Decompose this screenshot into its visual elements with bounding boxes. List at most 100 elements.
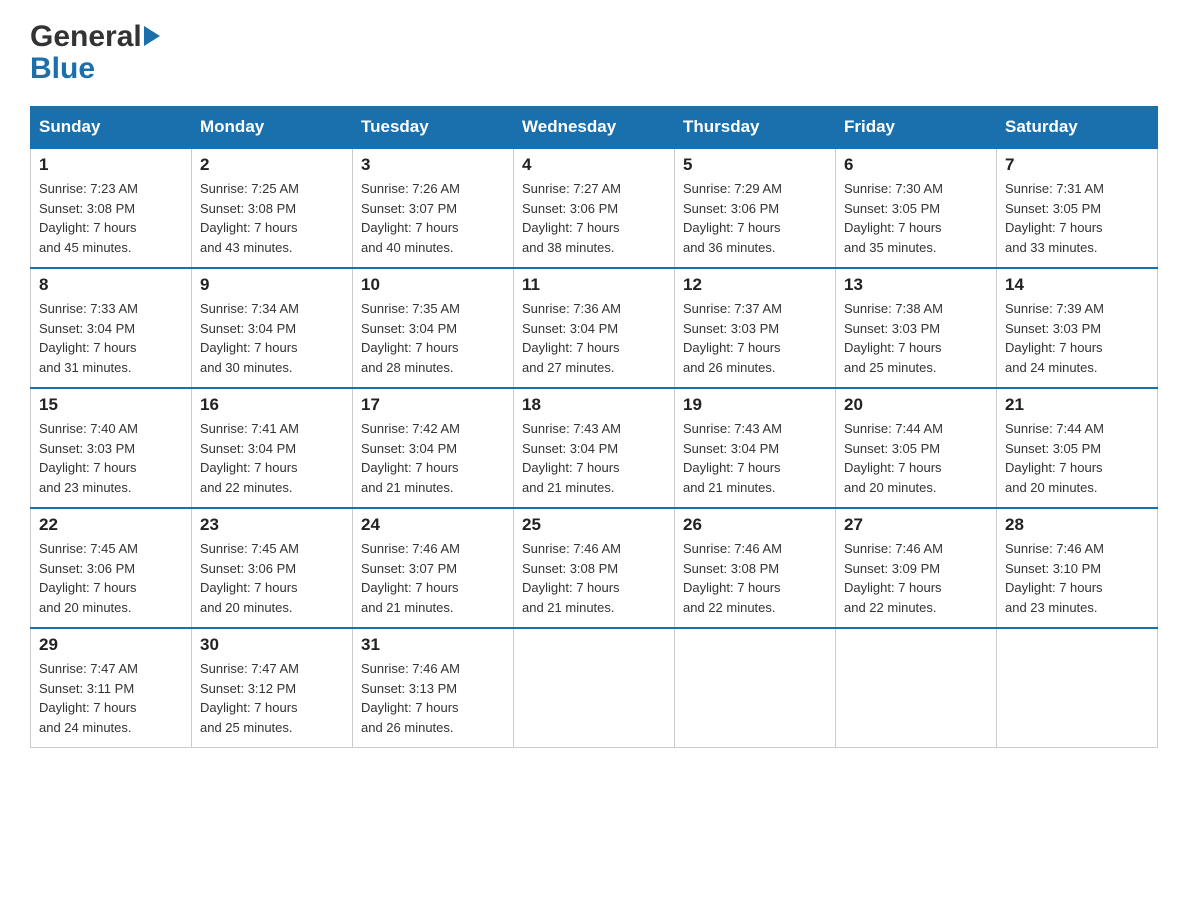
calendar-week-3: 15 Sunrise: 7:40 AM Sunset: 3:03 PM Dayl… xyxy=(31,388,1158,508)
calendar-day-23: 23 Sunrise: 7:45 AM Sunset: 3:06 PM Dayl… xyxy=(192,508,353,628)
day-info: Sunrise: 7:46 AM Sunset: 3:08 PM Dayligh… xyxy=(522,539,666,617)
day-info: Sunrise: 7:43 AM Sunset: 3:04 PM Dayligh… xyxy=(683,419,827,497)
day-info: Sunrise: 7:43 AM Sunset: 3:04 PM Dayligh… xyxy=(522,419,666,497)
logo: General Blue xyxy=(30,20,160,86)
logo-arrow-icon xyxy=(144,26,160,46)
day-number: 23 xyxy=(200,515,344,535)
calendar-day-27: 27 Sunrise: 7:46 AM Sunset: 3:09 PM Dayl… xyxy=(836,508,997,628)
day-number: 24 xyxy=(361,515,505,535)
day-info: Sunrise: 7:39 AM Sunset: 3:03 PM Dayligh… xyxy=(1005,299,1149,377)
calendar-day-1: 1 Sunrise: 7:23 AM Sunset: 3:08 PM Dayli… xyxy=(31,148,192,268)
calendar-week-2: 8 Sunrise: 7:33 AM Sunset: 3:04 PM Dayli… xyxy=(31,268,1158,388)
calendar-day-22: 22 Sunrise: 7:45 AM Sunset: 3:06 PM Dayl… xyxy=(31,508,192,628)
calendar-day-20: 20 Sunrise: 7:44 AM Sunset: 3:05 PM Dayl… xyxy=(836,388,997,508)
day-header-tuesday: Tuesday xyxy=(353,107,514,149)
day-number: 14 xyxy=(1005,275,1149,295)
calendar-empty-cell xyxy=(675,628,836,748)
day-info: Sunrise: 7:34 AM Sunset: 3:04 PM Dayligh… xyxy=(200,299,344,377)
day-number: 11 xyxy=(522,275,666,295)
day-number: 30 xyxy=(200,635,344,655)
day-info: Sunrise: 7:36 AM Sunset: 3:04 PM Dayligh… xyxy=(522,299,666,377)
logo-general-text: General xyxy=(30,20,142,54)
day-number: 25 xyxy=(522,515,666,535)
day-info: Sunrise: 7:44 AM Sunset: 3:05 PM Dayligh… xyxy=(844,419,988,497)
day-number: 12 xyxy=(683,275,827,295)
day-number: 3 xyxy=(361,155,505,175)
day-info: Sunrise: 7:33 AM Sunset: 3:04 PM Dayligh… xyxy=(39,299,183,377)
day-number: 15 xyxy=(39,395,183,415)
page-header: General Blue xyxy=(30,20,1158,86)
day-number: 17 xyxy=(361,395,505,415)
day-number: 29 xyxy=(39,635,183,655)
day-info: Sunrise: 7:26 AM Sunset: 3:07 PM Dayligh… xyxy=(361,179,505,257)
calendar-empty-cell xyxy=(836,628,997,748)
calendar-day-24: 24 Sunrise: 7:46 AM Sunset: 3:07 PM Dayl… xyxy=(353,508,514,628)
calendar-table: SundayMondayTuesdayWednesdayThursdayFrid… xyxy=(30,106,1158,748)
day-header-monday: Monday xyxy=(192,107,353,149)
day-info: Sunrise: 7:38 AM Sunset: 3:03 PM Dayligh… xyxy=(844,299,988,377)
calendar-day-6: 6 Sunrise: 7:30 AM Sunset: 3:05 PM Dayli… xyxy=(836,148,997,268)
day-number: 10 xyxy=(361,275,505,295)
day-info: Sunrise: 7:31 AM Sunset: 3:05 PM Dayligh… xyxy=(1005,179,1149,257)
day-info: Sunrise: 7:41 AM Sunset: 3:04 PM Dayligh… xyxy=(200,419,344,497)
day-number: 4 xyxy=(522,155,666,175)
day-header-friday: Friday xyxy=(836,107,997,149)
calendar-day-15: 15 Sunrise: 7:40 AM Sunset: 3:03 PM Dayl… xyxy=(31,388,192,508)
calendar-day-30: 30 Sunrise: 7:47 AM Sunset: 3:12 PM Dayl… xyxy=(192,628,353,748)
calendar-day-16: 16 Sunrise: 7:41 AM Sunset: 3:04 PM Dayl… xyxy=(192,388,353,508)
calendar-day-11: 11 Sunrise: 7:36 AM Sunset: 3:04 PM Dayl… xyxy=(514,268,675,388)
day-number: 8 xyxy=(39,275,183,295)
day-info: Sunrise: 7:25 AM Sunset: 3:08 PM Dayligh… xyxy=(200,179,344,257)
calendar-day-9: 9 Sunrise: 7:34 AM Sunset: 3:04 PM Dayli… xyxy=(192,268,353,388)
calendar-day-12: 12 Sunrise: 7:37 AM Sunset: 3:03 PM Dayl… xyxy=(675,268,836,388)
day-header-thursday: Thursday xyxy=(675,107,836,149)
calendar-day-26: 26 Sunrise: 7:46 AM Sunset: 3:08 PM Dayl… xyxy=(675,508,836,628)
calendar-day-3: 3 Sunrise: 7:26 AM Sunset: 3:07 PM Dayli… xyxy=(353,148,514,268)
logo-blue-text: Blue xyxy=(30,52,95,86)
day-info: Sunrise: 7:46 AM Sunset: 3:07 PM Dayligh… xyxy=(361,539,505,617)
calendar-day-25: 25 Sunrise: 7:46 AM Sunset: 3:08 PM Dayl… xyxy=(514,508,675,628)
calendar-day-28: 28 Sunrise: 7:46 AM Sunset: 3:10 PM Dayl… xyxy=(997,508,1158,628)
day-info: Sunrise: 7:44 AM Sunset: 3:05 PM Dayligh… xyxy=(1005,419,1149,497)
day-number: 9 xyxy=(200,275,344,295)
day-info: Sunrise: 7:46 AM Sunset: 3:09 PM Dayligh… xyxy=(844,539,988,617)
calendar-day-5: 5 Sunrise: 7:29 AM Sunset: 3:06 PM Dayli… xyxy=(675,148,836,268)
day-number: 16 xyxy=(200,395,344,415)
calendar-day-18: 18 Sunrise: 7:43 AM Sunset: 3:04 PM Dayl… xyxy=(514,388,675,508)
day-number: 19 xyxy=(683,395,827,415)
calendar-day-17: 17 Sunrise: 7:42 AM Sunset: 3:04 PM Dayl… xyxy=(353,388,514,508)
calendar-day-2: 2 Sunrise: 7:25 AM Sunset: 3:08 PM Dayli… xyxy=(192,148,353,268)
day-number: 31 xyxy=(361,635,505,655)
day-header-sunday: Sunday xyxy=(31,107,192,149)
calendar-day-8: 8 Sunrise: 7:33 AM Sunset: 3:04 PM Dayli… xyxy=(31,268,192,388)
calendar-day-4: 4 Sunrise: 7:27 AM Sunset: 3:06 PM Dayli… xyxy=(514,148,675,268)
day-number: 21 xyxy=(1005,395,1149,415)
day-info: Sunrise: 7:30 AM Sunset: 3:05 PM Dayligh… xyxy=(844,179,988,257)
day-info: Sunrise: 7:45 AM Sunset: 3:06 PM Dayligh… xyxy=(39,539,183,617)
calendar-day-19: 19 Sunrise: 7:43 AM Sunset: 3:04 PM Dayl… xyxy=(675,388,836,508)
calendar-week-1: 1 Sunrise: 7:23 AM Sunset: 3:08 PM Dayli… xyxy=(31,148,1158,268)
calendar-day-29: 29 Sunrise: 7:47 AM Sunset: 3:11 PM Dayl… xyxy=(31,628,192,748)
day-info: Sunrise: 7:42 AM Sunset: 3:04 PM Dayligh… xyxy=(361,419,505,497)
day-info: Sunrise: 7:23 AM Sunset: 3:08 PM Dayligh… xyxy=(39,179,183,257)
day-header-saturday: Saturday xyxy=(997,107,1158,149)
day-number: 5 xyxy=(683,155,827,175)
day-number: 7 xyxy=(1005,155,1149,175)
day-number: 22 xyxy=(39,515,183,535)
calendar-day-13: 13 Sunrise: 7:38 AM Sunset: 3:03 PM Dayl… xyxy=(836,268,997,388)
day-info: Sunrise: 7:27 AM Sunset: 3:06 PM Dayligh… xyxy=(522,179,666,257)
day-info: Sunrise: 7:47 AM Sunset: 3:12 PM Dayligh… xyxy=(200,659,344,737)
calendar-week-4: 22 Sunrise: 7:45 AM Sunset: 3:06 PM Dayl… xyxy=(31,508,1158,628)
day-info: Sunrise: 7:46 AM Sunset: 3:13 PM Dayligh… xyxy=(361,659,505,737)
day-number: 6 xyxy=(844,155,988,175)
calendar-day-7: 7 Sunrise: 7:31 AM Sunset: 3:05 PM Dayli… xyxy=(997,148,1158,268)
calendar-header-row: SundayMondayTuesdayWednesdayThursdayFrid… xyxy=(31,107,1158,149)
day-info: Sunrise: 7:46 AM Sunset: 3:10 PM Dayligh… xyxy=(1005,539,1149,617)
day-info: Sunrise: 7:35 AM Sunset: 3:04 PM Dayligh… xyxy=(361,299,505,377)
day-number: 27 xyxy=(844,515,988,535)
day-number: 1 xyxy=(39,155,183,175)
calendar-day-10: 10 Sunrise: 7:35 AM Sunset: 3:04 PM Dayl… xyxy=(353,268,514,388)
calendar-week-5: 29 Sunrise: 7:47 AM Sunset: 3:11 PM Dayl… xyxy=(31,628,1158,748)
day-number: 18 xyxy=(522,395,666,415)
day-number: 26 xyxy=(683,515,827,535)
